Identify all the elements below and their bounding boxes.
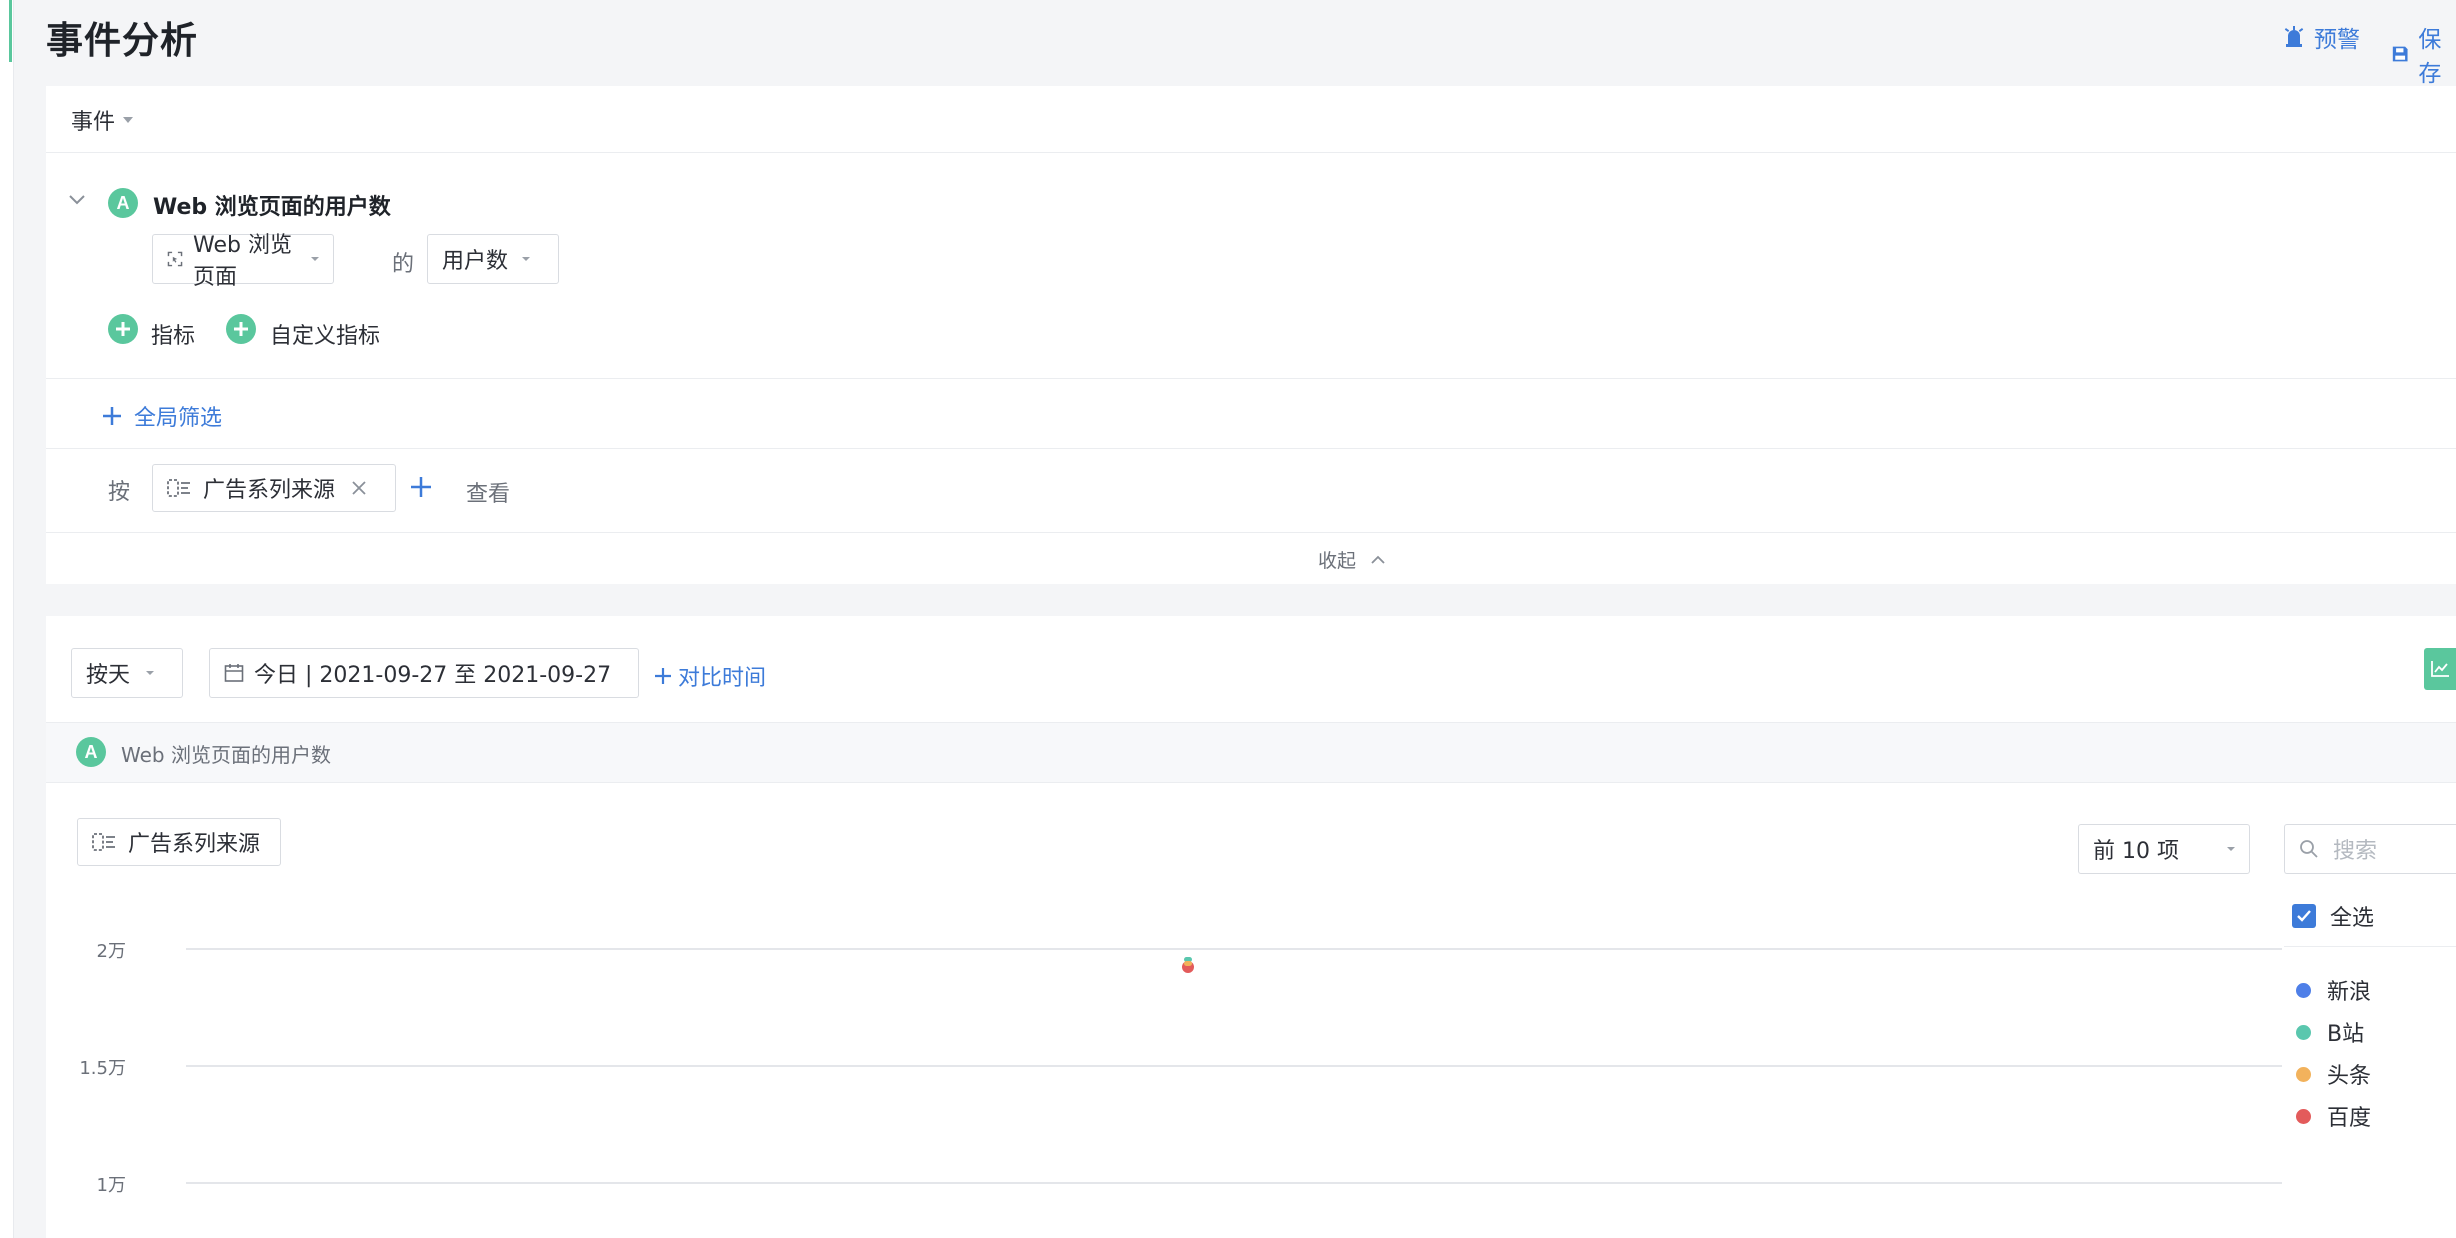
result-panel: 按天 今日 | 2021-09-27 至 2021-09-27 对比时间 A W… (46, 616, 2456, 1238)
date-range-picker[interactable]: 今日 | 2021-09-27 至 2021-09-27 (209, 648, 639, 698)
plus-icon (655, 668, 671, 684)
close-icon[interactable] (351, 480, 367, 496)
chart-type-button[interactable] (2424, 648, 2456, 690)
search-icon (2300, 840, 2318, 858)
legend-dot (2296, 1066, 2311, 1082)
metric-badge: A (108, 188, 138, 218)
legend-item[interactable]: 头条 (2296, 1058, 2371, 1090)
y-gridline (186, 1065, 2282, 1067)
calendar-icon (224, 664, 244, 682)
legend-label: B站 (2327, 1022, 2365, 1047)
dimension-icon (167, 479, 190, 497)
compare-time-label: 对比时间 (678, 666, 767, 691)
caret-down-icon (522, 257, 531, 261)
add-metric-button[interactable]: 指标 (151, 318, 195, 350)
collapse-label: 收起 (1318, 550, 1357, 572)
group-by-suffix: 查看 (466, 482, 511, 507)
title-accent-bar (9, 0, 12, 62)
caret-down-icon (146, 671, 155, 675)
alert-button[interactable]: 预警 (2284, 20, 2360, 54)
compare-time-button[interactable]: 对比时间 (654, 660, 766, 692)
chevron-up-icon (1371, 555, 1385, 564)
metric-tab-badge: A (76, 737, 106, 767)
granularity-dropdown[interactable]: 按天 (71, 648, 183, 698)
granularity-label: 按天 (86, 663, 131, 688)
query-type-label: 事件 (71, 110, 116, 135)
topn-dropdown[interactable]: 前 10 项 (2078, 824, 2250, 874)
y-tick-label: 1.5万 (79, 1058, 126, 1079)
add-custom-metric-icon[interactable] (226, 314, 256, 344)
page-title: 事件分析 (46, 19, 198, 62)
event-label: Web 浏览页面 (193, 233, 292, 290)
group-by-dimension-tag[interactable]: 广告系列来源 (152, 464, 396, 512)
line-chart-icon (2431, 661, 2449, 677)
alert-label: 预警 (2314, 27, 2360, 53)
metric-tab-bar (46, 723, 2456, 783)
legend-item[interactable]: B站 (2296, 1016, 2364, 1048)
divider (46, 378, 2456, 379)
save-label: 保存 (2418, 27, 2442, 87)
measure-label: 用户数 (442, 249, 509, 274)
global-filter-label: 全局筛选 (134, 406, 223, 431)
date-range-label: 今日 | 2021-09-27 至 2021-09-27 (254, 663, 612, 688)
legend-item[interactable]: 百度 (2296, 1100, 2371, 1132)
query-type-dropdown[interactable]: 事件 (71, 104, 134, 136)
legend-dot (2296, 982, 2311, 998)
alarm-icon (2284, 26, 2304, 47)
event-dropdown[interactable]: Web 浏览页面 (152, 233, 334, 290)
event-icon (167, 251, 183, 267)
group-by-prefix: 按 (108, 480, 131, 505)
legend-label: 头条 (2327, 1064, 2372, 1089)
overlap-marker (1184, 960, 1192, 966)
select-all-label: 全选 (2330, 906, 2375, 931)
dimension-icon (92, 833, 115, 851)
group-by-dimension-label: 广告系列来源 (203, 478, 336, 503)
add-dimension-icon[interactable] (410, 476, 432, 498)
legend-dot (2296, 1024, 2311, 1040)
save-button[interactable]: 保存 (2392, 20, 2456, 88)
y-gridline (186, 948, 2282, 950)
global-filter-button[interactable]: 全局筛选 (102, 400, 222, 432)
of-label: 的 (392, 252, 415, 277)
metric-tab-title[interactable]: Web 浏览页面的用户数 (121, 739, 331, 768)
search-placeholder: 搜索 (2333, 839, 2378, 864)
chevron-down-icon[interactable] (68, 194, 86, 206)
select-all-checkbox[interactable]: 全选 (2292, 900, 2374, 932)
caret-down-icon (2227, 847, 2235, 851)
legend-item[interactable]: 新浪 (2296, 974, 2371, 1006)
divider (46, 532, 2456, 533)
y-tick-label: 1万 (96, 1175, 126, 1196)
legend-label: 新浪 (2327, 980, 2372, 1005)
divider (46, 782, 2456, 783)
dimension-selector-label: 广告系列来源 (128, 832, 261, 857)
metric-title: Web 浏览页面的用户数 (153, 195, 391, 220)
legend-label: 百度 (2327, 1106, 2372, 1131)
legend-search-input[interactable]: 搜索 (2284, 824, 2456, 874)
add-custom-metric-button[interactable]: 自定义指标 (270, 318, 380, 350)
caret-down-icon (311, 257, 319, 261)
divider (46, 152, 2456, 153)
measure-dropdown[interactable]: 用户数 (427, 234, 559, 284)
divider (46, 448, 2456, 449)
add-metric-icon[interactable] (108, 314, 138, 344)
plus-icon (103, 407, 121, 425)
topn-label: 前 10 项 (2093, 839, 2179, 864)
y-tick-label: 2万 (96, 941, 126, 962)
collapse-button[interactable]: 收起 (1318, 546, 1386, 573)
divider (2284, 946, 2456, 947)
left-strip (0, 0, 14, 1238)
legend-dot (2296, 1108, 2311, 1124)
checkbox-checked-icon (2292, 904, 2316, 928)
dimension-selector-button[interactable]: 广告系列来源 (77, 818, 281, 866)
caret-down-icon (123, 117, 134, 123)
query-panel: 事件 A Web 浏览页面的用户数 Web 浏览页面 的 用户数 指标 自定义指… (46, 86, 2456, 584)
save-icon (2392, 46, 2408, 62)
y-gridline (186, 1182, 2282, 1184)
